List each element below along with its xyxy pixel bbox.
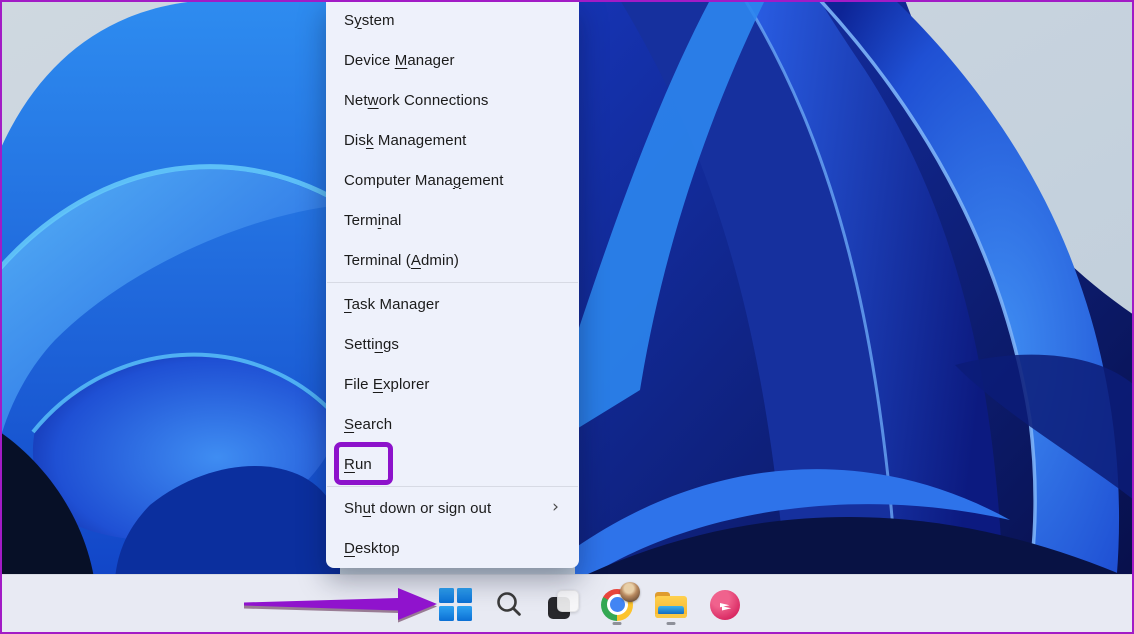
menu-item-search[interactable]: Search bbox=[326, 404, 579, 444]
taskbar bbox=[0, 574, 1134, 634]
taskbar-chrome-button[interactable] bbox=[598, 582, 636, 628]
menu-item-disk-management[interactable]: Disk Management bbox=[326, 120, 579, 160]
menu-item-task-manager[interactable]: Task Manager bbox=[326, 284, 579, 324]
context-menu: System Device Manager Network Connections D… bbox=[326, 0, 579, 568]
menu-item-run[interactable]: Run bbox=[326, 444, 579, 484]
task-view-icon bbox=[548, 589, 579, 620]
menu-item-settings[interactable]: Settings bbox=[326, 324, 579, 364]
taskbar-icon-row bbox=[436, 575, 744, 634]
menu-item-label: Computer Management bbox=[344, 172, 504, 189]
menu-item-label: Task Manager bbox=[344, 296, 439, 313]
profile-avatar bbox=[620, 582, 640, 602]
menu-item-desktop[interactable]: Desktop bbox=[326, 528, 579, 568]
menu-item-terminal-admin[interactable]: Terminal (Admin) bbox=[326, 240, 579, 280]
menu-item-network-connections[interactable]: Network Connections bbox=[326, 80, 579, 120]
menu-item-label: Shut down or sign out bbox=[344, 500, 491, 517]
skitch-icon bbox=[710, 590, 740, 620]
desktop: System Device Manager Network Connections D… bbox=[0, 0, 1134, 634]
menu-item-system[interactable]: System bbox=[326, 0, 579, 40]
menu-item-file-explorer[interactable]: File Explorer bbox=[326, 364, 579, 404]
taskbar-start-button[interactable] bbox=[436, 582, 474, 628]
menu-item-label: Disk Management bbox=[344, 132, 466, 149]
file-explorer-icon bbox=[654, 590, 688, 620]
menu-item-label: Search bbox=[344, 416, 392, 433]
chrome-icon bbox=[601, 589, 633, 621]
taskbar-search-button[interactable] bbox=[490, 582, 528, 628]
taskbar-file-explorer-button[interactable] bbox=[652, 582, 690, 628]
menu-item-label: File Explorer bbox=[344, 376, 430, 393]
menu-item-computer-management[interactable]: Computer Management bbox=[326, 160, 579, 200]
menu-item-label: Network Connections bbox=[344, 92, 489, 109]
running-indicator bbox=[667, 622, 676, 625]
menu-item-label: Run bbox=[344, 456, 372, 473]
menu-item-shut-down-or-sign-out[interactable]: Shut down or sign out › bbox=[326, 488, 579, 528]
running-indicator bbox=[613, 622, 622, 625]
taskbar-task-view-button[interactable] bbox=[544, 582, 582, 628]
menu-item-label: Device Manager bbox=[344, 52, 455, 69]
menu-item-device-manager[interactable]: Device Manager bbox=[326, 40, 579, 80]
search-icon bbox=[494, 589, 525, 620]
menu-item-label: System bbox=[344, 12, 395, 29]
chevron-right-icon: › bbox=[552, 499, 559, 516]
menu-item-terminal[interactable]: Terminal bbox=[326, 200, 579, 240]
menu-item-label: Terminal bbox=[344, 212, 402, 229]
menu-item-label: Desktop bbox=[344, 540, 400, 557]
menu-item-label: Terminal (Admin) bbox=[344, 252, 459, 269]
taskbar-skitch-button[interactable] bbox=[706, 582, 744, 628]
windows-logo-icon bbox=[439, 588, 472, 621]
menu-item-label: Settings bbox=[344, 336, 399, 353]
